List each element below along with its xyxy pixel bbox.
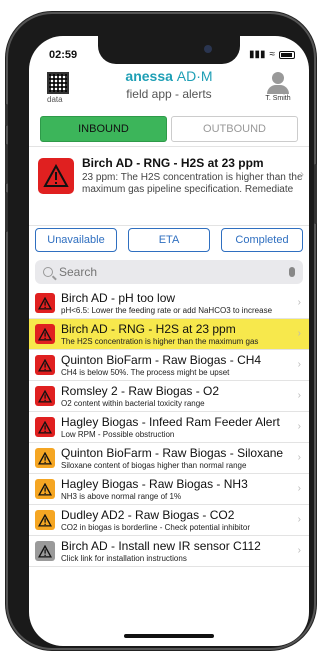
- chevron-right-icon: ›: [297, 514, 301, 525]
- warning-icon: [38, 158, 74, 194]
- microphone-icon[interactable]: [289, 267, 295, 277]
- alert-title: Birch AD - RNG - H2S at 23 ppm: [61, 322, 236, 336]
- alert-description: Low RPM - Possible obstruction: [61, 430, 175, 439]
- alert-title: Birch AD - Install new IR sensor C112: [61, 539, 261, 553]
- alert-description: pH<6.5: Lower the feeding rate or add Na…: [61, 306, 273, 315]
- avatar-body: [267, 85, 289, 94]
- search-icon: [43, 267, 53, 277]
- alert-description: CO2 in biogas is borderline - Check pote…: [61, 523, 250, 532]
- warning-icon: [35, 355, 55, 375]
- alert-row[interactable]: Quinton BioFarm - Raw Biogas - CH4 CH4 is…: [29, 350, 309, 381]
- warning-icon: [35, 479, 55, 499]
- featured-alert[interactable]: Birch AD - RNG - H2S at 23 ppm 23 ppm: T…: [29, 146, 309, 226]
- status-time: 02:59: [49, 49, 78, 61]
- featured-description: 23 ppm: The H2S concentration is higher …: [82, 172, 303, 195]
- chevron-right-icon: ›: [297, 328, 301, 339]
- tab-outbound[interactable]: OUTBOUND: [171, 116, 298, 142]
- brand-part1: anessa: [125, 68, 173, 84]
- tab-inbound[interactable]: INBOUND: [40, 116, 167, 142]
- chevron-right-icon: ›: [300, 167, 304, 181]
- chevron-right-icon: ›: [297, 390, 301, 401]
- screen: 02:59 ▮▮▮ ≈ data anessa AD·M field app -…: [29, 36, 309, 646]
- eta-button[interactable]: ETA: [128, 228, 210, 252]
- phone-frame: 02:59 ▮▮▮ ≈ data anessa AD·M field app -…: [5, 14, 317, 648]
- chevron-right-icon: ›: [297, 421, 301, 432]
- warning-icon: [35, 510, 55, 530]
- alert-row[interactable]: Birch AD - pH too low pH<6.5: Lower the f…: [29, 288, 309, 319]
- alert-title: Birch AD - pH too low: [61, 291, 176, 305]
- chevron-right-icon: ›: [297, 452, 301, 463]
- alert-title: Dudley AD2 - Raw Biogas - CO2: [61, 508, 235, 522]
- chevron-right-icon: ›: [297, 359, 301, 370]
- warning-icon: [35, 386, 55, 406]
- alert-title: Hagley Biogas - Infeed Ram Feeder Alert: [61, 415, 280, 429]
- alert-row[interactable]: Hagley Biogas - Infeed Ram Feeder Alert L…: [29, 412, 309, 443]
- completed-button[interactable]: Completed: [221, 228, 303, 252]
- status-icons: ▮▮▮ ≈: [249, 49, 295, 60]
- alert-description: Siloxane content of biogas higher than n…: [61, 461, 247, 470]
- tab-bar: INBOUND OUTBOUND: [40, 116, 298, 142]
- home-indicator[interactable]: [124, 634, 214, 638]
- alert-row[interactable]: Birch AD - Install new IR sensor C112 Cli…: [29, 536, 309, 567]
- camera-icon: [204, 45, 212, 53]
- alert-row[interactable]: Dudley AD2 - Raw Biogas - CO2 CO2 in biog…: [29, 505, 309, 536]
- search-input[interactable]: [59, 265, 289, 279]
- battery-icon: [279, 50, 295, 59]
- chevron-right-icon: ›: [297, 545, 301, 556]
- warning-icon: [35, 324, 55, 344]
- alert-description: O2 content within bacterial toxicity ran…: [61, 399, 205, 408]
- alert-title: Quinton BioFarm - Raw Biogas - Siloxane: [61, 446, 284, 460]
- alert-list: Birch AD - pH too low pH<6.5: Lower the f…: [29, 288, 309, 567]
- alert-description: The H2S concentration is higher than the…: [61, 337, 259, 346]
- wifi-icon: ≈: [269, 49, 276, 60]
- alert-title: Quinton BioFarm - Raw Biogas - CH4: [61, 353, 262, 367]
- user-name: T. Smith: [265, 95, 291, 102]
- alert-row[interactable]: Romsley 2 - Raw Biogas - O2 O2 content wi…: [29, 381, 309, 412]
- warning-icon: [35, 448, 55, 468]
- chevron-right-icon: ›: [297, 483, 301, 494]
- signal-icon: ▮▮▮: [248, 49, 266, 60]
- user-profile[interactable]: T. Smith: [261, 72, 295, 102]
- brand-part2: AD·M: [176, 68, 213, 84]
- search-bar[interactable]: [35, 260, 303, 284]
- filter-buttons: Unavailable ETA Completed: [35, 228, 303, 252]
- chevron-right-icon: ›: [297, 297, 301, 308]
- featured-title: Birch AD - RNG - H2S at 23 ppm: [82, 156, 264, 170]
- alert-row[interactable]: Hagley Biogas - Raw Biogas - NH3 NH3 is a…: [29, 474, 309, 505]
- volume-up-button: [5, 144, 8, 184]
- unavailable-button[interactable]: Unavailable: [35, 228, 117, 252]
- alert-title: Hagley Biogas - Raw Biogas - NH3: [61, 477, 248, 491]
- volume-down-button: [5, 192, 8, 232]
- warning-icon: [35, 293, 55, 313]
- alert-title: Romsley 2 - Raw Biogas - O2: [61, 384, 220, 398]
- alert-row[interactable]: Quinton BioFarm - Raw Biogas - Siloxane S…: [29, 443, 309, 474]
- notch: [98, 36, 240, 64]
- warning-icon: [35, 541, 55, 561]
- alert-description: CH4 is below 50%. The process might be u…: [61, 368, 230, 377]
- avatar-icon: [272, 72, 284, 84]
- alert-row[interactable]: Birch AD - RNG - H2S at 23 ppm The H2S co…: [29, 319, 309, 350]
- alert-description: Click link for installation instructions: [61, 554, 187, 563]
- alert-description: NH3 is above normal range of 1%: [61, 492, 182, 501]
- warning-icon: [35, 417, 55, 437]
- power-button: [314, 164, 317, 224]
- mute-switch: [5, 104, 8, 126]
